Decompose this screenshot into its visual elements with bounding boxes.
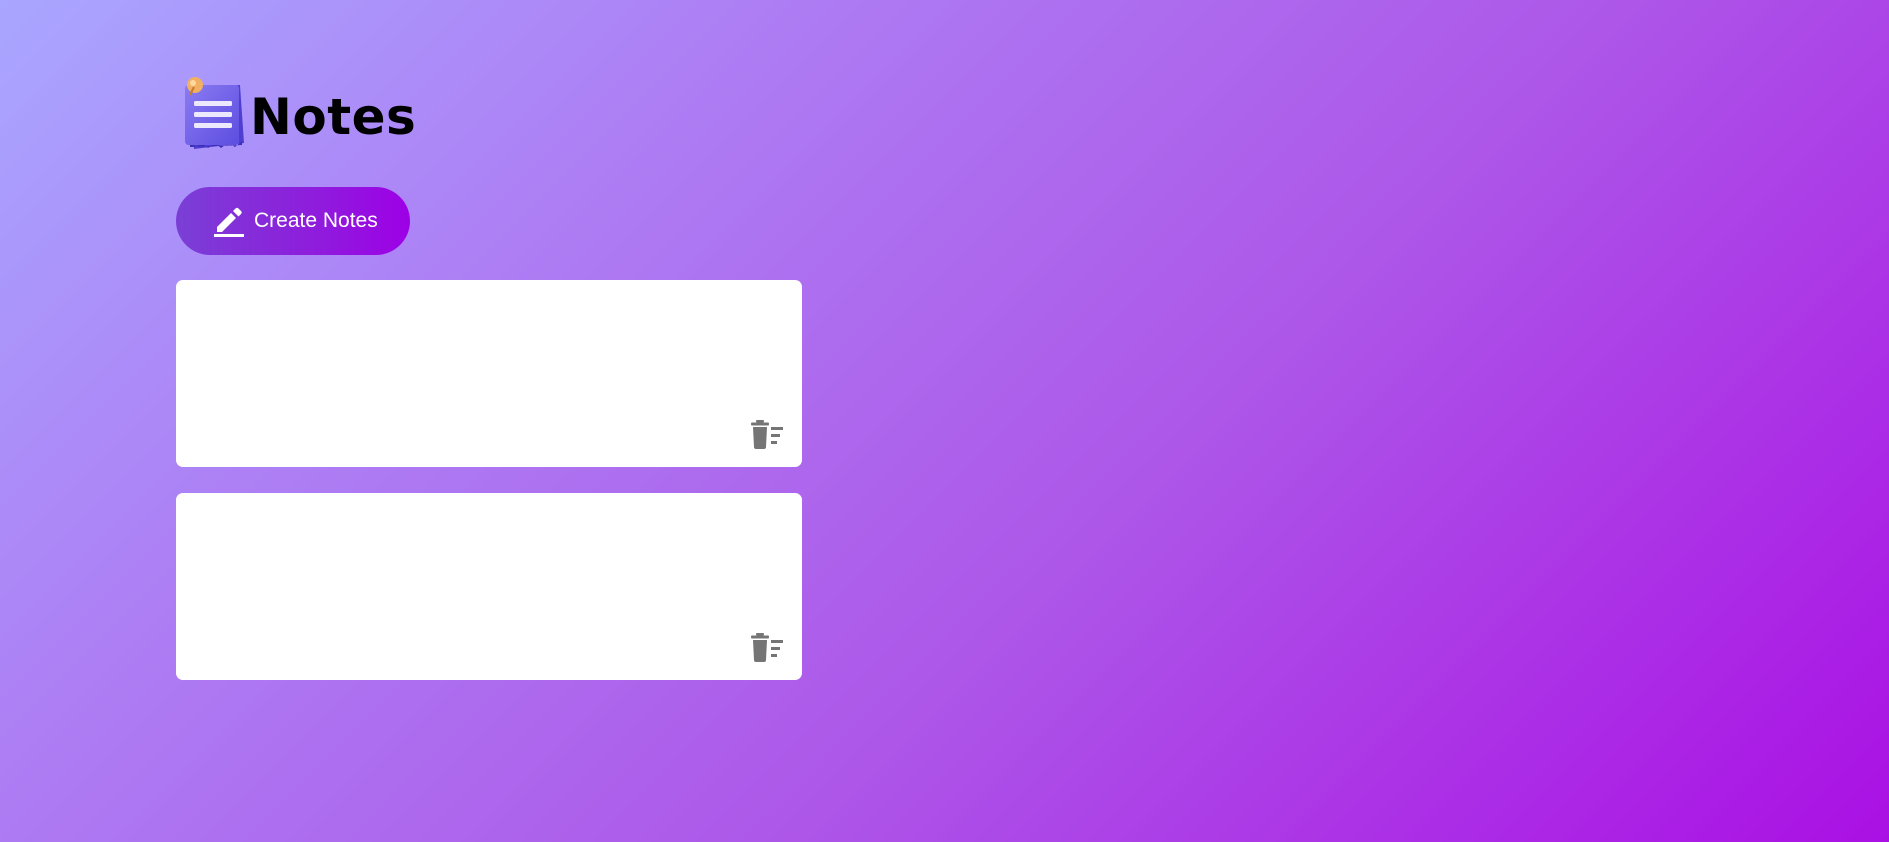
note-text[interactable] <box>192 507 786 528</box>
pencil-icon <box>212 204 244 238</box>
page-title: Notes <box>250 88 417 146</box>
create-notes-button[interactable]: Create Notes <box>176 187 410 255</box>
header: Notes <box>176 74 802 154</box>
note-card[interactable] <box>176 280 802 467</box>
create-notes-label: Create Notes <box>254 209 378 232</box>
delete-sweep-icon[interactable] <box>750 633 784 663</box>
note-text[interactable] <box>192 294 786 315</box>
notepad-icon <box>180 75 248 153</box>
app-container: Notes Create Notes <box>176 74 802 680</box>
note-card[interactable] <box>176 493 802 680</box>
delete-sweep-icon[interactable] <box>750 420 784 450</box>
